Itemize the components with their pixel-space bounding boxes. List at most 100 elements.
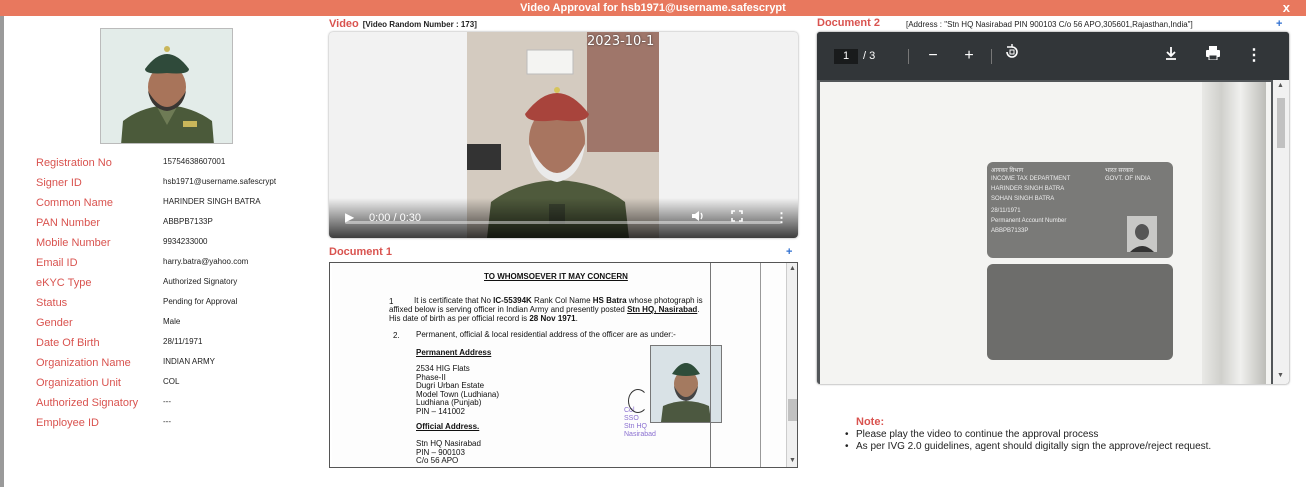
dialog-title: Video Approval for hsb1971@username.safe… xyxy=(520,2,786,14)
doc1-para1-line2: affixed below is serving officer in Indi… xyxy=(389,305,700,314)
pan-card-line: HARINDER SINGH BATRA xyxy=(991,186,1065,192)
scroll-up-icon[interactable]: ▲ xyxy=(789,265,796,272)
toolbar-separator xyxy=(908,49,909,64)
detail-value: INDIAN ARMY xyxy=(163,357,216,366)
volume-icon[interactable] xyxy=(691,209,705,226)
detail-label: Signer ID xyxy=(36,177,82,189)
pdf-scroll-up-icon[interactable]: ▲ xyxy=(1277,82,1284,89)
detail-label: Mobile Number xyxy=(36,237,111,249)
detail-value: harry.batra@yahoo.com xyxy=(163,257,249,266)
pan-card-line: ABBPB7133P xyxy=(991,228,1029,234)
detail-label: Email ID xyxy=(36,257,78,269)
scroll-down-icon[interactable]: ▼ xyxy=(789,457,796,464)
pdf-scroll-thumb[interactable] xyxy=(1277,98,1285,148)
doc1-signature xyxy=(628,389,648,413)
video-heading-label: Video xyxy=(329,18,359,30)
applicant-photo-image xyxy=(101,29,232,143)
detail-label: Status xyxy=(36,297,68,309)
document1-scrollbar[interactable]: ▲ ▼ xyxy=(786,263,797,467)
play-icon[interactable]: ▶ xyxy=(345,210,354,224)
more-actions-icon[interactable]: ⋮ xyxy=(1242,44,1266,68)
detail-value: Pending for Approval xyxy=(163,297,238,306)
pdf-toolbar: 1 / 3 − + ⋮ xyxy=(817,32,1289,80)
pdf-scrollbar[interactable]: ▲ ▼ xyxy=(1273,80,1289,384)
detail-label: Registration No xyxy=(36,157,112,169)
detail-value: HARINDER SINGH BATRA xyxy=(163,197,261,206)
detail-label: eKYC Type xyxy=(36,277,92,289)
detail-label: Date Of Birth xyxy=(36,337,100,349)
video-time: 0:00 / 0:30 xyxy=(369,212,421,224)
more-options-icon[interactable]: ⋮ xyxy=(775,210,788,226)
pan-card-line: आयकर विभाग xyxy=(991,168,1024,174)
document2-heading: Document 2 xyxy=(817,17,880,29)
document2-expand-button[interactable]: + xyxy=(1276,18,1282,30)
doc1-para2: Permanent, official & local residential … xyxy=(416,330,676,339)
pdf-scroll-down-icon[interactable]: ▼ xyxy=(1277,372,1284,379)
doc1-page-edge xyxy=(710,263,711,467)
pan-card-line: 28/11/1971 xyxy=(991,208,1021,214)
detail-label: PAN Number xyxy=(36,217,100,229)
pan-card-photo xyxy=(1127,216,1157,252)
doc1-official-heading: Official Address. xyxy=(416,422,480,431)
zoom-out-icon[interactable]: − xyxy=(921,44,945,68)
doc1-para2-num: 2. xyxy=(393,331,400,340)
document1-viewer[interactable]: TO WHOMSOEVER IT MAY CONCERN 1 It is cer… xyxy=(329,262,798,468)
download-icon[interactable] xyxy=(1159,44,1183,68)
detail-label: Common Name xyxy=(36,197,114,209)
doc1-stamp-line: SSO xyxy=(624,415,639,422)
video-approval-dialog: Video Approval for hsb1971@username.safe… xyxy=(0,0,1306,487)
pdf-page-edge-scan xyxy=(1202,82,1266,384)
detail-value: ABBPB7133P xyxy=(163,217,213,226)
document1-heading: Document 1 xyxy=(329,246,392,258)
close-button[interactable]: x xyxy=(1283,0,1290,16)
detail-label: Gender xyxy=(36,317,73,329)
doc1-page-edge-2 xyxy=(760,263,761,467)
detail-value: hsb1971@username.safescrypt xyxy=(163,177,277,186)
video-random-number: [Video Random Number : 173] xyxy=(362,20,477,29)
doc1-title: TO WHOMSOEVER IT MAY CONCERN xyxy=(484,272,628,281)
detail-value: --- xyxy=(163,397,171,406)
rotate-icon[interactable] xyxy=(1000,44,1024,68)
left-edge-divider xyxy=(0,16,4,487)
pan-card-front: आयकर विभाग INCOME TAX DEPARTMENT भारत सरका… xyxy=(987,162,1173,258)
note-list: Please play the video to continue the ap… xyxy=(845,429,1235,453)
document1-scroll-thumb[interactable] xyxy=(788,399,797,421)
doc1-officer-photo xyxy=(650,345,722,423)
detail-value: 15754638607001 xyxy=(163,157,226,166)
video-heading: Video [Video Random Number : 173] xyxy=(329,18,477,30)
detail-label: Employee ID xyxy=(36,417,99,429)
doc1-stamp-line: Stn HQ xyxy=(624,423,647,430)
pan-card-line: INCOME TAX DEPARTMENT xyxy=(991,176,1071,182)
detail-value: COL xyxy=(163,377,180,386)
print-icon[interactable] xyxy=(1201,44,1225,68)
detail-value: 9934233000 xyxy=(163,237,208,246)
video-player[interactable]: 2023-10-1 ▶ 0:00 / 0:30 ⋮ xyxy=(329,32,798,238)
detail-value: Authorized Signatory xyxy=(163,277,238,286)
document1-page: TO WHOMSOEVER IT MAY CONCERN 1 It is cer… xyxy=(332,263,788,467)
doc1-stamp-line: Nasirabad xyxy=(624,431,656,438)
document1-expand-button[interactable]: + xyxy=(786,246,792,258)
zoom-in-icon[interactable]: + xyxy=(957,44,981,68)
doc1-permanent-heading: Permanent Address xyxy=(416,348,492,357)
doc1-para1-line3: His date of birth as per official record… xyxy=(389,314,578,323)
document2-pdf-viewer[interactable]: 1 / 3 − + ⋮ आयकर विभाग INCOME TAX DEPARTM… xyxy=(817,32,1289,384)
page-total: / 3 xyxy=(863,50,876,62)
pan-card-line: GOVT. OF INDIA xyxy=(1105,176,1151,182)
detail-label: Authorized Signatory xyxy=(36,397,139,409)
pan-card-line: SOHAN SINGH BATRA xyxy=(991,196,1055,202)
page-number-input[interactable]: 1 xyxy=(834,49,858,64)
pan-card-line: Permanent Account Number xyxy=(991,218,1067,224)
pan-card-line: भारत सरकार xyxy=(1105,168,1134,174)
doc1-official-line: C/o 56 APO xyxy=(416,456,459,465)
toolbar-separator xyxy=(991,49,992,64)
note-item: As per IVG 2.0 guidelines, agent should … xyxy=(845,441,1235,453)
doc1-para1-line1: It is certificate that No IC-55394K Rank… xyxy=(414,296,703,305)
fullscreen-icon[interactable] xyxy=(731,210,743,225)
title-bar: Video Approval for hsb1971@username.safe… xyxy=(0,0,1306,16)
applicant-photo xyxy=(100,28,233,144)
detail-value: 28/11/1971 xyxy=(163,337,203,346)
pdf-page: आयकर विभाग INCOME TAX DEPARTMENT भारत सरका… xyxy=(820,82,1271,384)
detail-value: --- xyxy=(163,417,171,426)
detail-label: Organization Unit xyxy=(36,377,121,389)
detail-label: Organization Name xyxy=(36,357,131,369)
